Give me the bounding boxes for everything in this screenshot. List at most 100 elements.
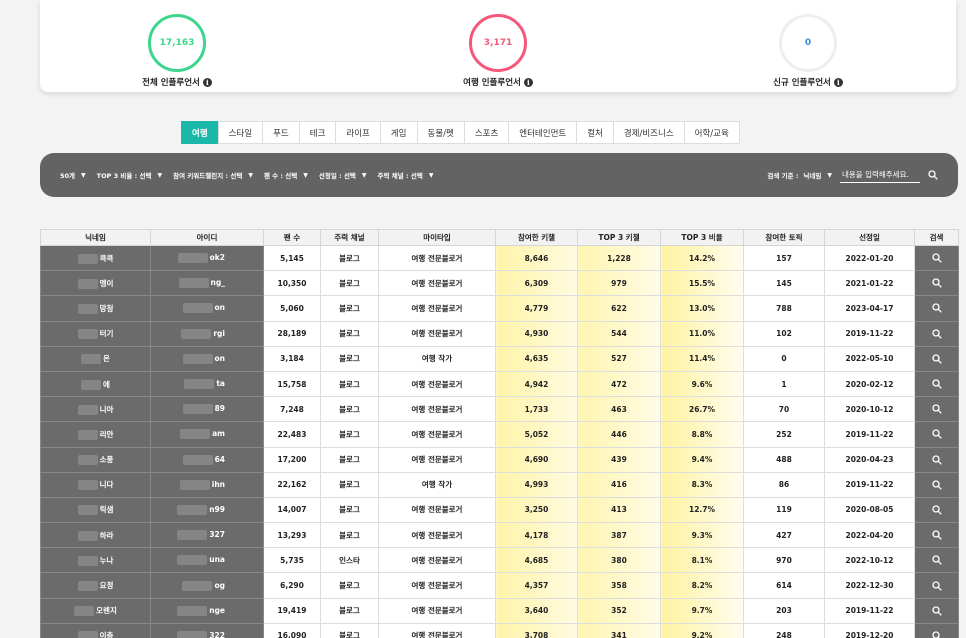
info-icon[interactable]: i xyxy=(833,77,843,87)
table-row[interactable]: 릭샘 n99 14,007 블로그 여행 전문블로거 3,250 413 12.7% 119 20… xyxy=(40,496,959,524)
row-search-button[interactable] xyxy=(914,295,959,322)
info-icon[interactable]: i xyxy=(523,77,533,87)
table-row[interactable]: 이충 322 16,090 블로그 여행 전문블로거 3,708 341 9.2% 248 201… xyxy=(40,622,959,638)
cell-top3-text: 544 xyxy=(611,329,627,339)
filter-label: TOP 3 비율 : 선택 xyxy=(96,172,152,180)
row-search-button[interactable] xyxy=(914,496,959,524)
table-row[interactable]: 망청 on 5,060 블로그 여행 전문블로거 4,779 622 13.0% 788 2023… xyxy=(40,295,959,322)
cell-joined-text: 4,635 xyxy=(524,354,549,364)
cell-id-text: nge xyxy=(209,605,225,615)
row-search-button[interactable] xyxy=(914,345,959,372)
cell-joined-text: 4,993 xyxy=(524,480,549,490)
cell-type: 여행 전문블로거 xyxy=(378,522,496,549)
column-header-6[interactable]: TOP 3 키챌 xyxy=(577,229,661,246)
table-row[interactable]: 터기 rgi 28,189 블로그 여행 전문블로거 4,930 544 11.0% 102 20… xyxy=(40,320,959,347)
filter-select-2[interactable]: 참여 키워드챌린지 : 선택 ▼ xyxy=(173,170,253,181)
table-row[interactable]: 소풍 64 17,200 블로그 여행 전문블로거 4,690 439 9.4% 488 2020… xyxy=(40,446,959,473)
table-row[interactable]: 에 ta 15,758 블로그 여행 전문블로거 4,942 472 9.6% 1 2020-02… xyxy=(40,370,959,398)
cell-nick-text: 에 xyxy=(103,379,110,389)
cell-date-text: 2022-05-10 xyxy=(845,354,894,364)
column-header-10[interactable]: 검색 xyxy=(914,229,959,246)
row-search-button[interactable] xyxy=(914,471,959,498)
cell-date-text: 2022-01-20 xyxy=(845,253,894,263)
tab-10[interactable]: 경제/비즈니스 xyxy=(612,121,685,144)
column-header-8[interactable]: 참여한 토픽 xyxy=(743,229,825,246)
tab-2[interactable]: 푸드 xyxy=(262,121,300,144)
tab-4[interactable]: 라이프 xyxy=(335,121,381,144)
table-row[interactable]: 리안 am 22,483 블로그 여행 전문블로거 5,052 446 8.8% 252 2019… xyxy=(40,421,959,448)
row-search-button[interactable] xyxy=(914,396,959,423)
cell-type: 여행 전문블로거 xyxy=(378,396,496,423)
filter-select-4[interactable]: 선정일 : 선택 ▼ xyxy=(319,170,367,181)
column-header-5[interactable]: 참여한 키챌 xyxy=(495,229,578,246)
redacted-mask xyxy=(177,253,208,264)
cell-nick: 하라 xyxy=(40,522,151,549)
search-input[interactable]: 내용을 입력해주세요. xyxy=(840,167,920,183)
cell-channel: 블로그 xyxy=(320,244,379,272)
filter-select-5[interactable]: 주력 채널 : 선택 ▼ xyxy=(378,170,434,181)
tab-7[interactable]: 스포츠 xyxy=(463,121,510,144)
tab-9[interactable]: 컬처 xyxy=(576,121,614,144)
table-row[interactable]: 엥이 ng_ 10,350 블로그 여행 전문블로거 6,309 979 15.5% 145 20… xyxy=(40,270,959,297)
cell-id-text: am xyxy=(212,429,225,439)
tab-1[interactable]: 스타일 xyxy=(217,121,264,144)
search-icon xyxy=(931,429,942,440)
cell-date: 2020-04-23 xyxy=(824,446,915,473)
tab-5[interactable]: 게임 xyxy=(379,121,418,144)
tab-8[interactable]: 엔터테인먼트 xyxy=(508,121,578,144)
cell-nick-text: 콕콕 xyxy=(99,253,114,263)
cell-type-text: 여행 전문블로거 xyxy=(411,530,463,540)
cell-fans-text: 19,419 xyxy=(277,606,307,616)
table-row[interactable]: 니아 89 7,248 블로그 여행 전문블로거 1,733 463 26.7% 70 2020-… xyxy=(40,396,959,423)
search-icon[interactable] xyxy=(928,170,938,180)
cell-joined-text: 4,779 xyxy=(524,303,549,313)
row-search-button[interactable] xyxy=(914,446,959,473)
filter-select-3[interactable]: 팬 수 : 선택 ▼ xyxy=(264,170,308,181)
cell-channel: 블로그 xyxy=(320,522,379,549)
table-row[interactable]: 누나 una 5,735 인스타 여행 전문블로거 4,685 380 8.1% 970 2022… xyxy=(40,547,959,574)
cell-channel-text: 블로그 xyxy=(339,606,360,616)
search-criterion-select[interactable]: 닉네임 ▼ xyxy=(803,170,832,181)
column-header-1[interactable]: 아이디 xyxy=(150,229,264,246)
row-search-button[interactable] xyxy=(914,370,959,398)
column-header-0[interactable]: 닉네임 xyxy=(40,229,151,246)
tab-11[interactable]: 어학/교육 xyxy=(683,121,740,144)
row-search-button[interactable] xyxy=(914,320,959,347)
cell-fans-text: 3,184 xyxy=(280,354,304,364)
filter-select-1[interactable]: TOP 3 비율 : 선택 ▼ xyxy=(96,170,162,181)
cell-top3: 979 xyxy=(577,270,661,297)
cell-date-text: 2020-08-05 xyxy=(845,505,894,515)
cell-id-text: ta xyxy=(216,379,225,389)
info-icon[interactable]: i xyxy=(202,77,212,87)
tab-0[interactable]: 여행 xyxy=(181,121,219,144)
row-search-button[interactable] xyxy=(914,597,959,624)
cell-top3: 439 xyxy=(577,446,661,473)
cell-id: una xyxy=(150,547,264,574)
table-row[interactable]: 오렌지 nge 19,419 블로그 여행 전문블로거 3,640 352 9.7% 203 20… xyxy=(40,597,959,624)
cell-date: 2020-10-12 xyxy=(824,396,915,423)
column-header-9[interactable]: 선정일 xyxy=(824,229,915,246)
table-row[interactable]: 하라 327 13,293 블로그 여행 전문블로거 4,178 387 9.3% 427 202… xyxy=(40,522,959,549)
tab-3[interactable]: 테크 xyxy=(298,121,337,144)
table-row[interactable]: 요정 og 6,290 블로그 여행 전문블로거 4,357 358 8.2% 614 2022-… xyxy=(40,572,959,599)
stat-travel-label: 여행 인플루언서 i xyxy=(398,76,598,88)
column-header-4[interactable]: 마이타입 xyxy=(378,229,496,246)
table-row[interactable]: 온 on 3,184 블로그 여행 작가 4,635 527 11.4% 0 2022-05-10 xyxy=(40,345,959,372)
cell-type: 여행 전문블로거 xyxy=(378,295,496,322)
row-search-button[interactable] xyxy=(914,547,959,574)
row-search-button[interactable] xyxy=(914,244,959,272)
filter-select-0[interactable]: 50개 ▼ xyxy=(60,170,86,181)
cell-joined: 5,052 xyxy=(495,421,578,448)
row-search-button[interactable] xyxy=(914,622,959,638)
tab-6[interactable]: 동물/펫 xyxy=(416,121,465,144)
row-search-button[interactable] xyxy=(914,572,959,599)
column-header-7[interactable]: TOP 3 비율 xyxy=(660,229,744,246)
row-search-button[interactable] xyxy=(914,522,959,549)
column-header-3[interactable]: 주력 채널 xyxy=(320,229,379,246)
table-row[interactable]: 콕콕 ok2 5,145 블로그 여행 전문블로거 8,646 1,228 14.2% 157 2… xyxy=(40,244,959,272)
column-header-2[interactable]: 팬 수 xyxy=(263,229,321,246)
cell-joined: 4,942 xyxy=(495,370,578,398)
row-search-button[interactable] xyxy=(914,421,959,448)
row-search-button[interactable] xyxy=(914,270,959,297)
table-row[interactable]: 니다 ihn 22,162 블로그 여행 작가 4,993 416 8.3% 86 2019-11… xyxy=(40,471,959,498)
